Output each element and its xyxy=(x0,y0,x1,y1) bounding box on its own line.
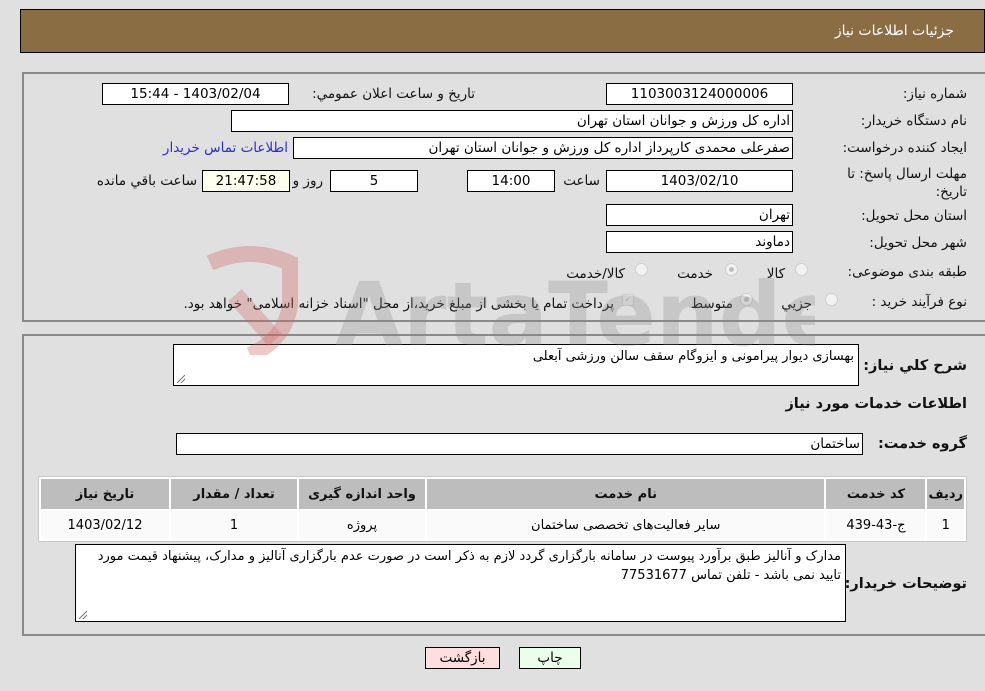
service-group-label: گروه خدمت: xyxy=(877,436,967,452)
table-header-row: رديف کد خدمت نام خدمت واحد اندازه گیری ت… xyxy=(41,479,964,509)
province-field: تهران xyxy=(606,204,793,226)
buyer-notes-textarea[interactable]: مدارک و آنالیز طبق برآورد پیوست در سامان… xyxy=(75,544,846,622)
category-option-goods-service: کالا/خدمت xyxy=(566,266,625,282)
buyer-notes-label: توضیحات خریدار: xyxy=(844,576,967,592)
col-row-number: رديف xyxy=(927,479,964,509)
cell-service-name: سایر فعالیت‌های تخصصی ساختمان xyxy=(427,511,825,539)
need-number-field: 1103003124000006 xyxy=(606,83,793,105)
buyer-org-field: اداره کل ورزش و جوانان استان تهران xyxy=(231,110,793,132)
cell-unit: پروژه xyxy=(299,511,425,539)
col-need-date: تاریخ نیاز xyxy=(41,479,169,509)
deadline-date-field: 1403/02/10 xyxy=(606,170,793,192)
city-label: شهر محل تحویل: xyxy=(869,235,967,251)
purchase-radio-medium[interactable] xyxy=(740,293,753,306)
back-button[interactable]: بازگشت xyxy=(425,647,500,669)
deadline-time-field: 14:00 xyxy=(467,170,555,192)
services-table: رديف کد خدمت نام خدمت واحد اندازه گیری ت… xyxy=(38,476,967,542)
print-button[interactable]: چاپ xyxy=(519,647,581,669)
cell-service-code: ج-43-439 xyxy=(826,511,926,539)
category-radio-goods-service[interactable] xyxy=(635,263,648,276)
page-header: جزئیات اطلاعات نیاز xyxy=(20,9,985,53)
cell-need-date: 1403/02/12 xyxy=(41,511,169,539)
resize-grip-icon[interactable] xyxy=(177,375,185,383)
category-option-goods: کالا xyxy=(766,266,785,282)
page-title: جزئیات اطلاعات نیاز xyxy=(834,23,954,39)
deadline-time-label: ساعت xyxy=(563,173,600,189)
buyer-notes-text: مدارک و آنالیز طبق برآورد پیوست در سامان… xyxy=(97,549,841,583)
buyer-org-label: نام دستگاه خريدار: xyxy=(860,113,967,129)
category-radio-service[interactable] xyxy=(725,263,738,276)
category-radio-goods[interactable] xyxy=(795,263,808,276)
description-textarea[interactable]: بهسازی دیوار پیرامونی و ایزوگام سقف سالن… xyxy=(173,344,859,386)
cell-quantity: 1 xyxy=(171,511,297,539)
days-remaining-field: 5 xyxy=(330,170,418,192)
col-unit: واحد اندازه گیری xyxy=(299,479,425,509)
category-label: طبقه بندی موضوعی: xyxy=(847,264,967,280)
purchase-radio-minor[interactable] xyxy=(825,293,838,306)
remaining-time-label: ساعت باقي مانده xyxy=(96,173,197,189)
buyer-contact-link[interactable]: اطلاعات تماس خریدار xyxy=(163,140,288,156)
treasury-checkbox[interactable]: ✓ xyxy=(622,294,634,306)
cell-row-number: 1 xyxy=(927,511,964,539)
description-label: شرح کلي نياز: xyxy=(863,358,967,374)
purchase-option-minor: جزيي xyxy=(781,296,812,312)
purchase-type-label: نوع فرآیند خرید : xyxy=(871,294,967,310)
need-number-label: شماره نیاز: xyxy=(902,86,967,102)
requester-field: صفرعلی محمدی کارپرداز اداره کل ورزش و جو… xyxy=(293,137,793,159)
table-row: 1 ج-43-439 سایر فعالیت‌های تخصصی ساختمان… xyxy=(41,511,964,539)
treasury-note: پرداخت تمام یا بخشی از مبلغ خرید،از محل … xyxy=(183,296,614,312)
col-service-name: نام خدمت xyxy=(427,479,825,509)
requester-label: ایجاد کننده درخواست: xyxy=(842,140,967,156)
category-option-service: خدمت xyxy=(677,266,713,282)
purchase-option-medium: متوسط xyxy=(690,296,733,312)
col-service-code: کد خدمت xyxy=(826,479,926,509)
province-label: استان محل تحویل: xyxy=(861,208,967,224)
city-field: دماوند xyxy=(606,231,793,253)
service-group-field: ساختمان xyxy=(176,433,863,455)
deadline-label: مهلت ارسال پاسخ: تا تاریخ: xyxy=(847,166,967,200)
announce-label: تاریخ و ساعت اعلان عمومي: xyxy=(312,86,475,102)
col-quantity: تعداد / مقدار xyxy=(171,479,297,509)
days-label: روز و xyxy=(292,173,323,189)
resize-grip-icon[interactable] xyxy=(79,611,87,619)
remaining-time-field: 21:47:58 xyxy=(202,170,290,192)
announce-field: 1403/02/04 - 15:44 xyxy=(102,83,289,105)
description-text: بهسازی دیوار پیرامونی و ایزوگام سقف سالن… xyxy=(532,349,854,364)
services-heading: اطلاعات خدمات مورد نیاز xyxy=(785,396,967,412)
